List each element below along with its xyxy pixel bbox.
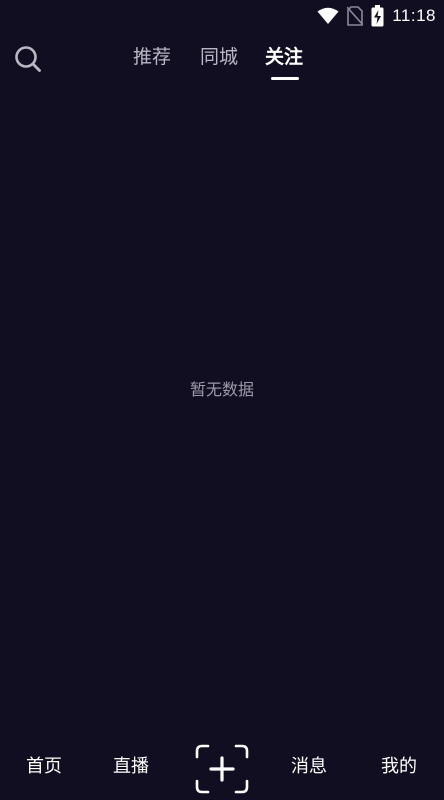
- feed-tabs: 推荐 同城 关注: [0, 36, 444, 82]
- status-bar: 11:18: [0, 0, 444, 32]
- add-button[interactable]: [194, 742, 250, 796]
- empty-state-message: 暂无数据: [189, 380, 254, 399]
- nav-profile[interactable]: 我的: [381, 756, 417, 778]
- active-tab-indicator: [271, 77, 299, 80]
- nav-home[interactable]: 首页: [26, 756, 62, 778]
- bottom-nav: 首页 直播 消息 我的: [0, 738, 444, 796]
- plus-scan-icon: [195, 744, 249, 794]
- status-time: 11:18: [392, 6, 436, 25]
- top-nav: 推荐 同城 关注: [0, 36, 444, 82]
- status-icons: 11:18: [317, 4, 436, 28]
- wifi-icon: [317, 7, 339, 24]
- battery-charging-icon: [371, 5, 384, 27]
- tab-following[interactable]: 关注: [265, 45, 303, 69]
- tab-nearby[interactable]: 同城: [200, 45, 238, 69]
- no-sim-icon: [347, 6, 364, 26]
- nav-messages[interactable]: 消息: [291, 756, 327, 778]
- nav-live[interactable]: 直播: [113, 756, 149, 778]
- tab-recommend[interactable]: 推荐: [133, 45, 171, 69]
